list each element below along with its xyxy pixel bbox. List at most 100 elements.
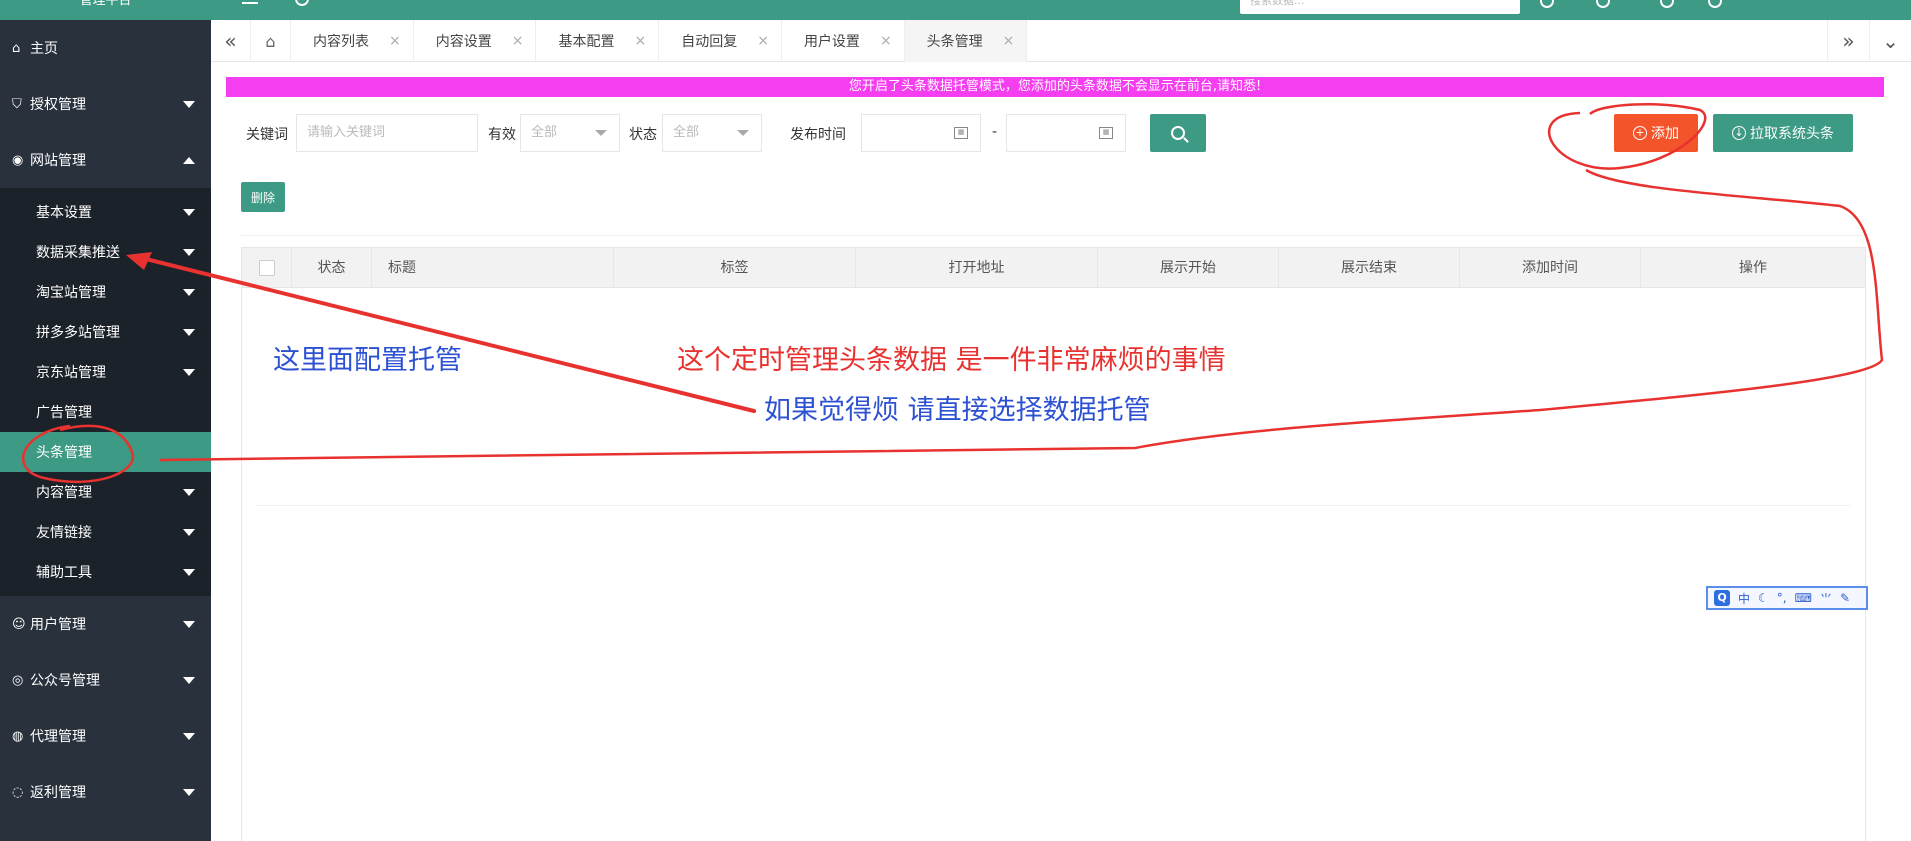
close-icon[interactable]: × — [512, 33, 524, 49]
sidebar-item-label: 辅助工具 — [36, 565, 92, 581]
ime-toolbar[interactable]: Q 中 ☾ °, ⌨ ⺌ ✎ — [1706, 586, 1868, 610]
search-button[interactable] — [1150, 114, 1206, 152]
sidebar-item-label: 淘宝站管理 — [36, 285, 106, 301]
sidebar-item-label: 返利管理 — [30, 785, 86, 801]
tab-label: 基本配置 — [558, 34, 615, 50]
wrench-icon[interactable]: ✎ — [1840, 591, 1850, 605]
date-start-input[interactable]: ▦ — [861, 114, 981, 152]
sidebar: ⌂ 主页 ⛉ 授权管理 ◉ 网站管理 基本设置 数据采集推送 淘宝站管理 拼多多… — [0, 20, 211, 841]
close-icon[interactable]: × — [1003, 33, 1015, 49]
sidebar-item-label: 友情链接 — [36, 525, 92, 541]
sidebar-item-tools[interactable]: 辅助工具 — [0, 552, 211, 592]
sidebar-item-basic-settings[interactable]: 基本设置 — [0, 192, 211, 232]
keyboard-icon[interactable]: ⌨ — [1795, 591, 1812, 605]
add-button[interactable]: + 添加 — [1614, 114, 1698, 152]
user-icon: ☺ — [12, 616, 26, 632]
tab-auto-reply[interactable]: 自动回复 × — [659, 20, 782, 62]
refresh-icon[interactable] — [295, 0, 309, 6]
valid-select[interactable]: 全部 — [520, 114, 620, 152]
select-all-cell — [242, 248, 292, 288]
tab-content-list[interactable]: 内容列表 × — [291, 20, 414, 62]
sidebar-item-home[interactable]: ⌂ 主页 — [0, 20, 211, 76]
sidebar-submenu-website: 基本设置 数据采集推送 淘宝站管理 拼多多站管理 京东站管理 广告管理 头条管理… — [0, 188, 211, 596]
notification-icon[interactable] — [1540, 0, 1554, 8]
cart-icon[interactable] — [1708, 0, 1722, 8]
tab-headlines[interactable]: 头条管理 × — [904, 20, 1028, 62]
sidebar-item-label: 基本设置 — [36, 205, 92, 221]
sidebar-item-content[interactable]: 内容管理 — [0, 472, 211, 512]
sidebar-item-auth[interactable]: ⛉ 授权管理 — [0, 76, 211, 132]
tabs-scroll-left-icon[interactable]: « — [211, 20, 251, 62]
top-header: 管理平台 搜索数据... — [0, 0, 1911, 20]
delete-button[interactable]: 删除 — [241, 182, 285, 212]
pull-system-headlines-button[interactable]: ↓ 拉取系统头条 — [1713, 114, 1853, 152]
sidebar-item-links[interactable]: 友情链接 — [0, 512, 211, 552]
agent-icon: ◍ — [12, 728, 24, 744]
sidebar-item-ads[interactable]: 广告管理 — [0, 392, 211, 432]
sidebar-item-users[interactable]: ☺ 用户管理 — [0, 596, 211, 652]
annotation-sub: 如果觉得烦 请直接选择数据托管 — [764, 395, 1151, 426]
sidebar-item-agent[interactable]: ◍ 代理管理 — [0, 708, 211, 764]
sidebar-item-label: 主页 — [30, 41, 58, 57]
sidebar-item-data-collect[interactable]: 数据采集推送 — [0, 232, 211, 272]
wechat-icon: ◎ — [12, 672, 24, 688]
tab-user-settings[interactable]: 用户设置 × — [782, 20, 905, 62]
sidebar-item-label: 代理管理 — [30, 729, 86, 745]
valid-select-value: 全部 — [531, 125, 558, 140]
date-end-input[interactable]: ▦ — [1006, 114, 1126, 152]
tabs-scroll-right-icon[interactable]: » — [1827, 20, 1869, 62]
publish-time-label: 发布时间 — [790, 127, 846, 143]
annotation-main: 这个定时管理头条数据 是一件非常麻烦的事情 — [677, 345, 1226, 376]
close-icon[interactable]: × — [634, 33, 646, 49]
sidebar-item-pinduoduo[interactable]: 拼多多站管理 — [0, 312, 211, 352]
valid-label: 有效 — [488, 127, 516, 143]
sidebar-item-label: 网站管理 — [30, 153, 86, 169]
tabs-menu-chevron-icon[interactable]: ⌄ — [1869, 20, 1911, 62]
table-header: 状态 标题 标签 打开地址 展示开始 展示结束 添加时间 操作 — [242, 248, 1865, 288]
col-display-end: 展示结束 — [1279, 248, 1460, 288]
sidebar-item-label: 公众号管理 — [30, 673, 100, 689]
sidebar-item-website[interactable]: ◉ 网站管理 — [0, 132, 211, 188]
status-select[interactable]: 全部 — [662, 114, 762, 152]
sidebar-item-label: 广告管理 — [36, 405, 92, 421]
message-icon[interactable] — [1660, 0, 1674, 8]
date-separator: - — [992, 124, 998, 140]
select-all-checkbox[interactable] — [259, 260, 275, 276]
close-icon[interactable]: × — [757, 33, 769, 49]
tab-content-settings[interactable]: 内容设置 × — [414, 20, 537, 62]
menu-toggle-icon[interactable] — [242, 0, 258, 4]
keyword-input[interactable]: 请输入关键词 — [296, 114, 478, 152]
chevron-down-icon — [737, 130, 749, 136]
ime-language-toggle[interactable]: 中 — [1738, 590, 1750, 607]
chevron-down-icon — [183, 369, 195, 376]
sidebar-item-headlines[interactable]: 头条管理 — [0, 432, 211, 472]
add-button-label: 添加 — [1651, 126, 1679, 142]
sidebar-item-jingdong[interactable]: 京东站管理 — [0, 352, 211, 392]
tab-label: 内容列表 — [313, 34, 369, 50]
sidebar-item-rebate[interactable]: ◌ 返利管理 — [0, 764, 211, 820]
close-icon[interactable]: × — [880, 33, 892, 49]
simplified-icon[interactable]: ⺌ — [1820, 590, 1832, 607]
col-display-start: 展示开始 — [1098, 248, 1279, 288]
sidebar-item-wechat[interactable]: ◎ 公众号管理 — [0, 652, 211, 708]
chevron-down-icon — [183, 489, 195, 496]
globe-icon: ◉ — [12, 152, 24, 168]
tab-basic-config[interactable]: 基本配置 × — [536, 20, 660, 62]
shield-icon[interactable] — [1596, 0, 1610, 8]
tab-label: 头条管理 — [926, 34, 983, 50]
divider — [241, 235, 1866, 236]
sidebar-item-label: 数据采集推送 — [36, 245, 120, 261]
rebate-icon: ◌ — [12, 784, 24, 800]
sidebar-item-taobao[interactable]: 淘宝站管理 — [0, 272, 211, 312]
tab-strip: « ⌂ 内容列表 × 内容设置 × 基本配置 × 自动回复 × 用户设置 × 头条管理 × … — [211, 20, 1911, 62]
status-label: 状态 — [629, 127, 657, 143]
chevron-down-icon — [183, 789, 195, 796]
calendar-icon: ▦ — [954, 127, 968, 139]
close-icon[interactable]: × — [389, 33, 401, 49]
tab-home-icon[interactable]: ⌂ — [251, 20, 291, 62]
header-search-input[interactable]: 搜索数据... — [1240, 0, 1520, 14]
moon-icon[interactable]: ☾ — [1758, 591, 1769, 605]
punctuation-icon[interactable]: °, — [1777, 591, 1787, 605]
col-tags: 标签 — [614, 248, 856, 288]
chevron-down-icon — [183, 209, 195, 216]
